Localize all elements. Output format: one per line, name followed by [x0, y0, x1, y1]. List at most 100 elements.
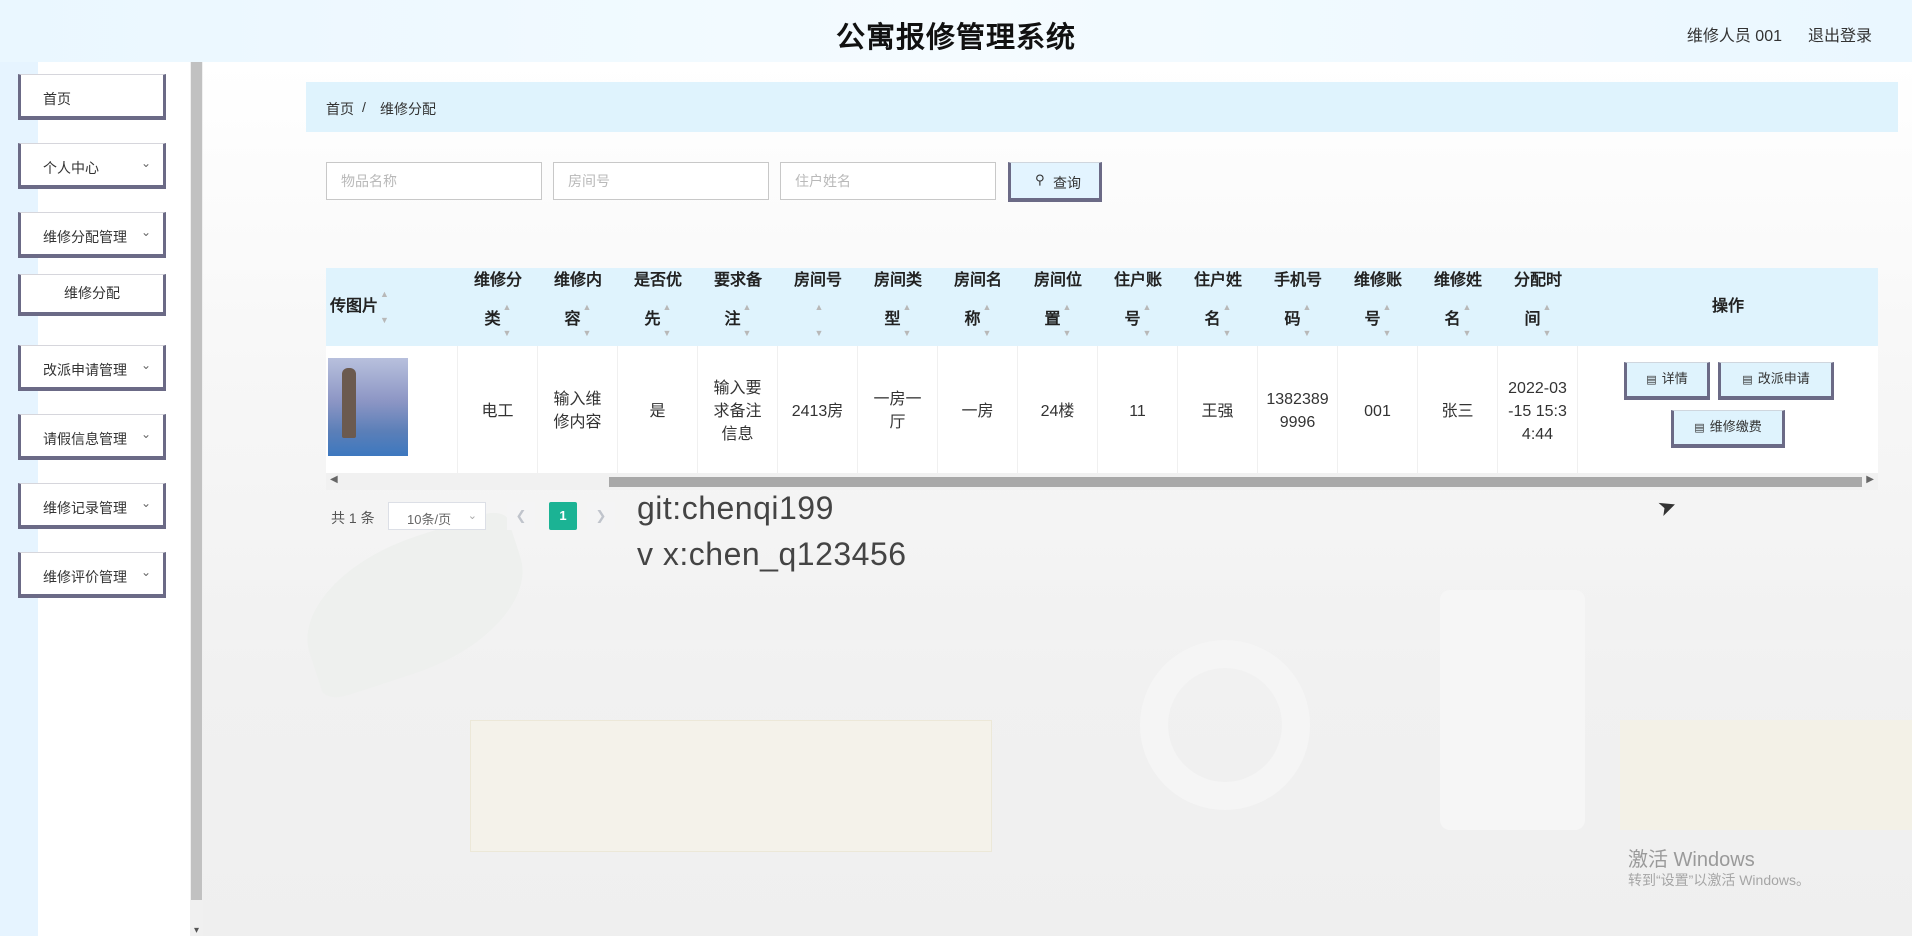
- sidebar-item-review-management[interactable]: 维修评价管理 ⌄: [18, 552, 166, 598]
- background-cylinder-decoration: [1440, 590, 1585, 830]
- column-header-resident-name[interactable]: 住户姓 名▲ ▼: [1178, 268, 1258, 346]
- cell-phone: 13823899996: [1258, 346, 1338, 476]
- cell-content: 输入维修内容: [538, 346, 618, 476]
- detail-button[interactable]: ▤ 详情: [1624, 362, 1710, 400]
- app-title: 公寓报修管理系统: [835, 22, 1076, 54]
- current-user: 维修人员 001: [1686, 28, 1782, 45]
- sidebar-item-label: 请假信息管理: [43, 431, 127, 447]
- sidebar-item-label: 维修记录管理: [43, 500, 127, 516]
- scroll-down-icon[interactable]: ▾: [191, 925, 202, 936]
- watermark-line-2: v x:chen_q123456: [637, 536, 907, 572]
- sidebar-item-record-management[interactable]: 维修记录管理 ⌄: [18, 483, 166, 529]
- uploaded-photo[interactable]: [328, 358, 408, 456]
- search-icon: ⚲: [1035, 172, 1045, 187]
- sidebar: 首页 个人中心 ⌄ 维修分配管理 ⌄ 维修分配 改派申请管理 ⌄ 请假信息管理 …: [0, 62, 190, 936]
- sort-icon[interactable]: ▲ ▼: [380, 281, 389, 333]
- sort-icon[interactable]: ▲ ▼: [903, 294, 912, 346]
- chevron-down-icon: ⌄: [140, 225, 151, 239]
- page-size-value: 10条/页: [407, 512, 452, 527]
- column-header-image[interactable]: 传图片 ▲ ▼: [326, 268, 458, 346]
- item-name-input[interactable]: [326, 162, 542, 200]
- cell-room-type: 一房一厅: [858, 346, 938, 476]
- sidebar-item-reassign-management[interactable]: 改派申请管理 ⌄: [18, 345, 166, 391]
- scroll-left-icon[interactable]: ◀: [330, 474, 338, 485]
- cell-room-name: 一房: [938, 346, 1018, 476]
- table-horizontal-scrollbar[interactable]: ◀ ▶: [326, 473, 1878, 490]
- sort-icon[interactable]: ▲ ▼: [1143, 294, 1152, 346]
- sidebar-item-leave-management[interactable]: 请假信息管理 ⌄: [18, 414, 166, 460]
- breadcrumb-separator: /: [362, 99, 366, 115]
- column-header-phone[interactable]: 手机号 码▲ ▼: [1258, 268, 1338, 346]
- sidebar-item-home[interactable]: 首页: [18, 74, 166, 120]
- sort-icon[interactable]: ▲ ▼: [1063, 294, 1072, 346]
- cell-room-location: 24楼: [1018, 346, 1098, 476]
- chevron-down-icon: ⌄: [140, 565, 151, 579]
- assignment-table: 传图片 ▲ ▼ 维修分 类▲ ▼ 维修内 容▲ ▼ 是否优 先▲ ▼ 要求备 注▲ ▼ 房间号 ▲ ▼ …: [326, 268, 1878, 478]
- sort-icon[interactable]: ▲ ▼: [983, 294, 992, 346]
- column-header-resident-account[interactable]: 住户账 号▲ ▼: [1098, 268, 1178, 346]
- column-header-repair-name[interactable]: 维修姓 名▲ ▼: [1418, 268, 1498, 346]
- top-bar: 公寓报修管理系统 维修人员 001 退出登录: [0, 0, 1912, 62]
- column-header-room-number[interactable]: 房间号 ▲ ▼: [778, 268, 858, 346]
- logout-button[interactable]: 退出登录: [1808, 22, 1872, 46]
- table-header: 传图片 ▲ ▼ 维修分 类▲ ▼ 维修内 容▲ ▼ 是否优 先▲ ▼ 要求备 注▲ ▼ 房间号 ▲ ▼ …: [326, 268, 1878, 346]
- background-ring-decoration: [1140, 640, 1310, 810]
- page-number-current[interactable]: 1: [549, 502, 577, 530]
- cell-priority: 是: [618, 346, 698, 476]
- column-header-category[interactable]: 维修分 类▲ ▼: [458, 268, 538, 346]
- total-count: 共 1 条: [331, 510, 375, 526]
- column-header-room-name[interactable]: 房间名 称▲ ▼: [938, 268, 1018, 346]
- scrollbar-thumb[interactable]: [191, 62, 202, 900]
- cell-resident-name: 王强: [1178, 346, 1258, 476]
- sidebar-item-assignment-management[interactable]: 维修分配管理 ⌄: [18, 212, 166, 258]
- sort-icon[interactable]: ▲ ▼: [503, 294, 512, 346]
- sort-icon[interactable]: ▲ ▼: [583, 294, 592, 346]
- column-header-room-type[interactable]: 房间类 型▲ ▼: [858, 268, 938, 346]
- sidebar-item-label: 维修评价管理: [43, 569, 127, 585]
- sidebar-subitem-assignment[interactable]: 维修分配: [18, 274, 166, 316]
- search-button[interactable]: ⚲ 查询: [1008, 162, 1102, 202]
- search-button-label: 查询: [1053, 175, 1081, 191]
- sort-icon[interactable]: ▲ ▼: [815, 294, 824, 346]
- cell-actions: ▤ 详情 ▤ 改派申请 ▤ 维修缴费: [1578, 346, 1878, 476]
- sort-icon[interactable]: ▲ ▼: [1463, 294, 1472, 346]
- repair-payment-button[interactable]: ▤ 维修缴费: [1671, 410, 1785, 448]
- column-header-assign-time[interactable]: 分配时 间▲ ▼: [1498, 268, 1578, 346]
- background-book-decoration: [1620, 720, 1912, 830]
- column-header-priority[interactable]: 是否优 先▲ ▼: [618, 268, 698, 346]
- scrollbar-thumb[interactable]: [609, 477, 1862, 487]
- sort-icon[interactable]: ▲ ▼: [1543, 294, 1552, 346]
- prev-page-button[interactable]: ❮: [507, 502, 535, 530]
- cell-repair-account: 001: [1338, 346, 1418, 476]
- scroll-right-icon[interactable]: ▶: [1866, 474, 1874, 485]
- sort-icon[interactable]: ▲ ▼: [1303, 294, 1312, 346]
- chevron-down-icon: ⌄: [467, 510, 477, 522]
- windows-activation-hint: 转到“设置”以激活 Windows。: [1628, 872, 1811, 888]
- column-header-repair-account[interactable]: 维修账 号▲ ▼: [1338, 268, 1418, 346]
- sort-icon[interactable]: ▲ ▼: [1223, 294, 1232, 346]
- sort-icon[interactable]: ▲ ▼: [743, 294, 752, 346]
- sidebar-item-label: 首页: [43, 91, 71, 107]
- sidebar-item-label: 维修分配管理: [43, 229, 127, 245]
- page-size-select[interactable]: 10条/页 ⌄: [388, 502, 486, 530]
- sidebar-scrollbar[interactable]: ▾: [190, 62, 203, 936]
- sort-icon[interactable]: ▲ ▼: [663, 294, 672, 346]
- document-icon: ▤: [1694, 422, 1705, 434]
- sidebar-item-personal-center[interactable]: 个人中心 ⌄: [18, 143, 166, 189]
- column-header-content[interactable]: 维修内 容▲ ▼: [538, 268, 618, 346]
- column-header-room-location[interactable]: 房间位 置▲ ▼: [1018, 268, 1098, 346]
- watermark-line-1: git:chenqi199: [637, 490, 834, 526]
- sort-icon[interactable]: ▲ ▼: [1383, 294, 1392, 346]
- resident-name-input[interactable]: [780, 162, 996, 200]
- sidebar-item-label: 维修分配: [64, 285, 120, 301]
- column-header-actions: 操作: [1711, 298, 1744, 315]
- reassign-request-button[interactable]: ▤ 改派申请: [1718, 362, 1834, 400]
- cell-assign-time: 2022-03-15 15:34:44: [1498, 346, 1578, 476]
- next-page-button[interactable]: ❯: [587, 502, 615, 530]
- breadcrumb-home[interactable]: 首页: [326, 99, 354, 119]
- document-icon: ▤: [1646, 374, 1657, 386]
- room-number-input[interactable]: [553, 162, 769, 200]
- column-header-remark[interactable]: 要求备 注▲ ▼: [698, 268, 778, 346]
- sidebar-item-label: 个人中心: [43, 160, 99, 176]
- chevron-down-icon: ⌄: [140, 427, 151, 441]
